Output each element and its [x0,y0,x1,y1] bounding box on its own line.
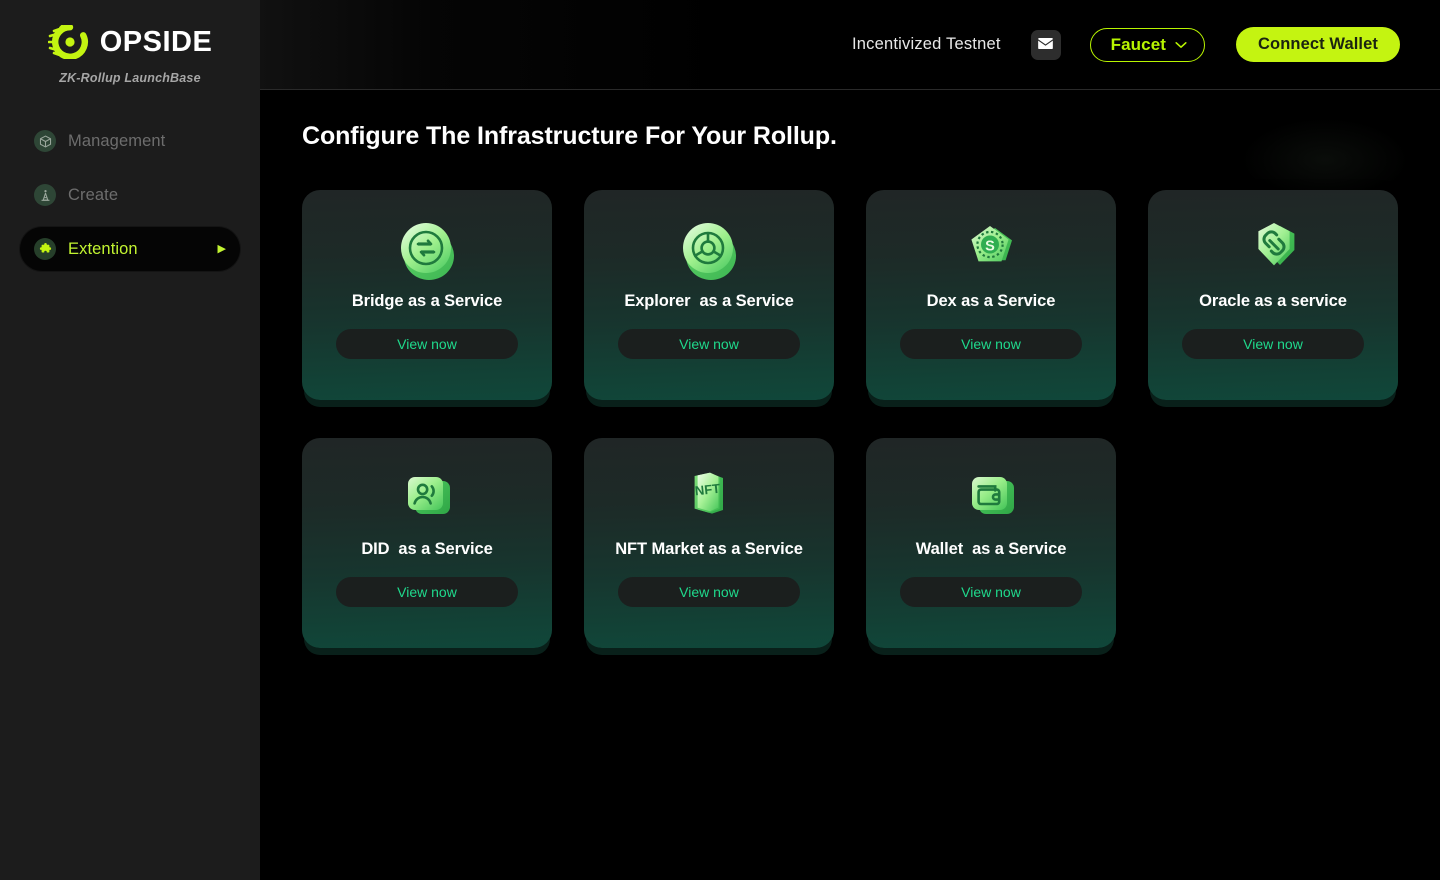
view-now-button[interactable]: View now [618,577,800,607]
service-card-did[interactable]: DID as a Service View now [302,438,552,648]
card-row: Bridge as a Service View now Explorer as… [302,190,1400,400]
service-card-dex[interactable]: S Dex as a Service View now [866,190,1116,400]
card-title: NFT Market as a Service [615,540,803,558]
dex-pentagon-coin-icon: S [954,212,1028,286]
card-title: DID as a Service [361,540,493,558]
view-now-label: View now [397,584,457,600]
brand-name: OPSIDE [99,25,213,58]
svg-text:NFT: NFT [694,481,721,499]
card-title: Explorer as a Service [624,292,794,310]
view-now-label: View now [679,336,739,352]
faucet-button[interactable]: Faucet [1089,27,1206,62]
oracle-shield-link-icon [1236,212,1310,286]
sidebar-item-label: Create [68,185,119,204]
view-now-button[interactable]: View now [336,577,518,607]
card-title: Oracle as a service [1199,292,1347,310]
page-title: Configure The Infrastructure For Your Ro… [302,122,837,150]
sidebar: OPSIDE ZK-Rollup LaunchBase Management C… [0,0,260,880]
card-title: Wallet as a Service [915,540,1067,558]
box-3d-icon [34,130,56,152]
brand-tagline: ZK-Rollup LaunchBase [59,71,201,85]
service-card-grid: Bridge as a Service View now Explorer as… [302,190,1400,648]
sidebar-item-management[interactable]: Management [20,119,240,163]
view-now-label: View now [961,336,1021,352]
sidebar-item-label: Management [68,131,166,150]
sidebar-item-label: Extention [68,239,138,258]
view-now-label: View now [679,584,739,600]
connect-wallet-button[interactable]: Connect Wallet [1236,27,1400,62]
network-label: Incentivized Testnet [852,35,1001,53]
service-card-nft-market[interactable]: NFT NFT Market as a Service View now [584,438,834,648]
brand: OPSIDE ZK-Rollup LaunchBase [0,0,260,85]
service-card-wallet[interactable]: Wallet as a Service View now [866,438,1116,648]
sidebar-item-extention[interactable]: Extention ▶ [20,227,240,271]
topbar: Incentivized Testnet Faucet Connect Wall… [260,0,1440,90]
sidebar-item-create[interactable]: Create [20,173,240,217]
app-root: OPSIDE ZK-Rollup LaunchBase Management C… [0,0,1440,880]
view-now-button[interactable]: View now [900,329,1082,359]
view-now-button[interactable]: View now [1182,329,1364,359]
view-now-label: View now [1243,336,1303,352]
view-now-label: View now [961,584,1021,600]
main-content: Configure The Infrastructure For Your Ro… [260,90,1440,880]
envelope-icon [1038,36,1053,54]
view-now-button[interactable]: View now [618,329,800,359]
mail-button[interactable] [1030,29,1061,60]
opside-logo-icon [47,24,90,60]
svg-text:S: S [985,238,995,254]
view-now-button[interactable]: View now [900,577,1082,607]
connect-wallet-label: Connect Wallet [1258,35,1378,53]
sidebar-nav: Management Create Extention ▶ [0,119,260,271]
chevron-down-icon [1175,36,1187,54]
service-card-oracle[interactable]: Oracle as a service View now [1148,190,1398,400]
chevron-right-icon: ▶ [217,242,226,255]
puzzle-piece-icon [34,238,56,260]
view-now-label: View now [397,336,457,352]
tower-icon [34,184,56,206]
explorer-coin-icon [672,212,746,286]
bridge-swap-coin-icon [390,212,464,286]
right-pane: Incentivized Testnet Faucet Connect Wall… [260,0,1440,880]
service-card-bridge[interactable]: Bridge as a Service View now [302,190,552,400]
card-title: Dex as a Service [926,292,1056,310]
did-person-card-icon [390,460,464,534]
service-card-explorer[interactable]: Explorer as a Service View now [584,190,834,400]
card-row: DID as a Service View now NFT NFT Market… [302,438,1400,648]
view-now-button[interactable]: View now [336,329,518,359]
wallet-icon [954,460,1028,534]
card-title: Bridge as a Service [351,292,503,310]
nft-books-icon: NFT [672,460,746,534]
faucet-label: Faucet [1110,34,1167,54]
